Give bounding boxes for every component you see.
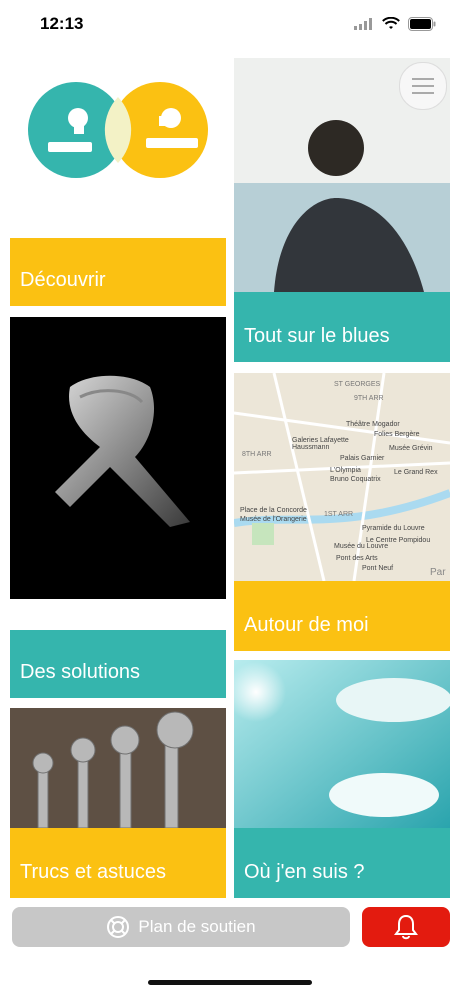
map-label-pyramide: Pyramide du Louvre bbox=[362, 525, 425, 532]
map-label-1st-arr: 1ST ARR bbox=[324, 511, 354, 518]
map-label-palais: Palais Garnier bbox=[340, 455, 385, 462]
tile-autour-label-bar: Autour de moi bbox=[234, 581, 450, 651]
map-label-st-georges: ST GEORGES bbox=[334, 381, 381, 388]
map-label-8th-arr: 8TH ARR bbox=[242, 451, 272, 458]
wifi-icon bbox=[382, 17, 400, 29]
support-plan-label: Plan de soutien bbox=[138, 917, 256, 936]
tile-autour-de-moi[interactable]: ST GEORGES 9TH ARR Théâtre Mogador Folie… bbox=[234, 373, 450, 651]
status-time: 12:13 bbox=[40, 14, 84, 33]
tile-ou-jen-suis-label: Où j'en suis ? bbox=[244, 861, 365, 883]
tile-decouvrir[interactable]: Découvrir bbox=[10, 238, 226, 306]
app-logo bbox=[28, 82, 208, 178]
map-label-louvre: Musée du Louvre bbox=[334, 543, 389, 550]
support-plan-button[interactable]: Plan de soutien bbox=[12, 907, 350, 947]
hamburger-menu-icon[interactable] bbox=[399, 62, 447, 110]
tile-blues-label-bar: Tout sur le blues bbox=[234, 292, 450, 362]
hands-image bbox=[10, 317, 226, 599]
tile-decouvrir-label: Découvrir bbox=[20, 269, 106, 291]
map-label-grand-rex: Le Grand Rex bbox=[394, 469, 438, 476]
map-label-grevin: Musée Grévin bbox=[389, 445, 433, 452]
wrenches-image bbox=[10, 708, 226, 828]
bell-icon bbox=[394, 914, 418, 940]
signal-icon bbox=[354, 18, 372, 30]
map-label-9th-arr: 9TH ARR bbox=[354, 395, 384, 402]
tile-des-solutions-label: Des solutions bbox=[20, 661, 141, 683]
alert-button[interactable] bbox=[362, 907, 450, 947]
tile-des-solutions[interactable]: Des solutions bbox=[10, 630, 226, 698]
battery-icon bbox=[408, 17, 436, 31]
map-label-pont-neuf: Pont Neuf bbox=[362, 565, 394, 572]
map-label-pont-arts: Pont des Arts bbox=[336, 555, 378, 562]
tile-trucs-et-astuces-label: Trucs et astuces bbox=[20, 861, 166, 883]
tile-trucs-et-astuces[interactable]: Trucs et astuces bbox=[10, 708, 226, 898]
tile-tout-sur-le-blues-label: Tout sur le blues bbox=[244, 325, 390, 347]
tile-ou-label-bar: Où j'en suis ? bbox=[234, 828, 450, 898]
map-label-concorde: Place de la Concorde bbox=[240, 507, 307, 514]
map-label-folies: Folies Bergère bbox=[374, 431, 420, 438]
home-indicator[interactable] bbox=[148, 980, 312, 985]
paris-map-image: ST GEORGES 9TH ARR Théâtre Mogador Folie… bbox=[234, 373, 450, 581]
lifebuoy-icon bbox=[107, 916, 130, 938]
tile-autour-de-moi-label: Autour de moi bbox=[244, 614, 369, 636]
map-label-olympia: L'Olympia bbox=[330, 467, 361, 474]
map-label-orangerie: Musée de l'Orangerie bbox=[240, 516, 307, 523]
map-label-galeries: Galeries Lafayette Haussmann bbox=[292, 437, 349, 451]
tile-trucs-label-bar: Trucs et astuces bbox=[10, 828, 226, 898]
map-label-paris: Par bbox=[430, 567, 446, 578]
map-label-bruno: Bruno Coquatrix bbox=[330, 476, 381, 483]
sky-clouds-image bbox=[234, 660, 450, 828]
tile-ou-jen-suis[interactable]: Où j'en suis ? bbox=[234, 660, 450, 898]
map-label-theatre: Théâtre Mogador bbox=[346, 421, 400, 428]
status-icons bbox=[354, 14, 436, 34]
